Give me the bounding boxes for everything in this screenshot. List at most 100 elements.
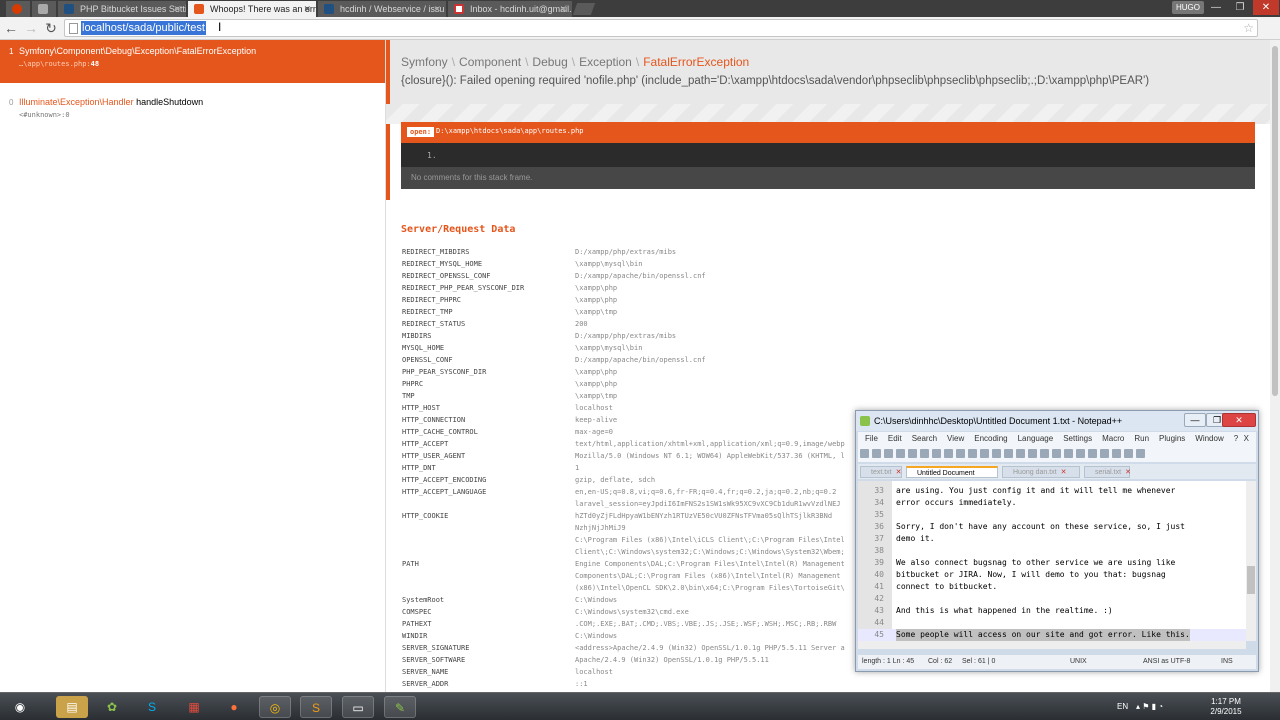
browser-tab-bitbucket-settings[interactable]: PHP Bitbucket Issues Setti ✕	[58, 1, 186, 17]
reload-icon[interactable]: ↻	[42, 19, 60, 37]
scrollbar-thumb[interactable]	[1247, 566, 1255, 594]
play-macro-icon[interactable]	[1136, 449, 1145, 458]
editor-line[interactable]: 44	[858, 617, 1246, 629]
notepad-tab[interactable]: serial.txt ✕	[1084, 466, 1131, 478]
skype-icon[interactable]: S	[136, 696, 168, 718]
notepad-plus-icon[interactable]: ✎	[384, 696, 416, 718]
show-all-icon[interactable]	[1088, 449, 1097, 458]
menu-item[interactable]: Edit	[888, 432, 902, 446]
menu-item[interactable]: ?	[1234, 432, 1238, 446]
sync-v-icon[interactable]	[1052, 449, 1061, 458]
forward-arrow-icon[interactable]: →	[22, 19, 40, 37]
tray-icons[interactable]: ▴ ⚑ ▮ ◔	[1136, 693, 1163, 720]
close-all-icon[interactable]	[920, 449, 929, 458]
notepad-editor[interactable]: 33 are using. You just config it and it w…	[858, 481, 1246, 648]
language-indicator[interactable]: EN	[1117, 693, 1128, 720]
address-url[interactable]: localhost/sada/public/test	[81, 21, 206, 35]
editor-line[interactable]: 43 And this is what happened in the realt…	[858, 605, 1246, 617]
editor-line[interactable]: 34 error occurs immediately.	[858, 497, 1246, 509]
browser-tab-whoops[interactable]: Whoops! There was an err ✕	[188, 1, 316, 17]
save-all-icon[interactable]	[896, 449, 905, 458]
back-arrow-icon[interactable]: ←	[2, 19, 20, 37]
editor-line[interactable]: 38	[858, 545, 1246, 557]
close-icon[interactable]: ✕	[1222, 413, 1256, 427]
editor-line[interactable]: 37 demo it.	[858, 533, 1246, 545]
wrap-icon[interactable]	[1076, 449, 1085, 458]
bookmark-star-icon[interactable]: ☆	[1243, 20, 1254, 36]
menu-item[interactable]: Search	[912, 432, 937, 446]
menu-item[interactable]: Settings	[1063, 432, 1092, 446]
find-icon[interactable]	[1004, 449, 1013, 458]
copy-icon[interactable]	[956, 449, 965, 458]
minimize-icon[interactable]: —	[1204, 0, 1228, 15]
close-icon[interactable]: ✕	[433, 1, 441, 17]
editor-horizontal-scrollbar[interactable]	[858, 641, 1246, 649]
firefox-icon[interactable]: ●	[218, 696, 250, 718]
menu-item[interactable]: Macro	[1102, 432, 1124, 446]
terminal-icon[interactable]: ▭	[342, 696, 374, 718]
browser-tab-bitbucket-issues[interactable]: hcdinh / Webservice / issu ✕	[318, 1, 446, 17]
browser-tab-pinned-blank[interactable]	[32, 1, 56, 17]
system-clock[interactable]: 1:17 PM 2/9/2015	[1198, 697, 1254, 717]
menu-item[interactable]: View	[947, 432, 964, 446]
close-document-icon[interactable]: X	[1244, 432, 1249, 446]
minimize-icon[interactable]: —	[1184, 413, 1206, 427]
new-tab-button[interactable]	[572, 3, 596, 15]
paste-icon[interactable]	[968, 449, 977, 458]
new-file-icon[interactable]	[860, 449, 869, 458]
close-icon[interactable]: ✕	[173, 1, 181, 17]
record-macro-icon[interactable]	[1112, 449, 1121, 458]
notepad-tab-active[interactable]: Untitled Document 1.txt✕	[906, 466, 998, 489]
start-button-icon[interactable]: ◉	[4, 696, 36, 718]
redo-icon[interactable]	[992, 449, 1001, 458]
editor-vertical-scrollbar[interactable]	[1246, 481, 1256, 641]
close-icon[interactable]: ✕	[303, 1, 311, 17]
editor-line[interactable]: 39 We also connect bugsnag to other servi…	[858, 557, 1246, 569]
editor-line[interactable]: 35	[858, 509, 1246, 521]
menu-item[interactable]: Plugins	[1159, 432, 1185, 446]
close-window-icon[interactable]: ✕	[1253, 0, 1279, 15]
page-scrollbar[interactable]	[1270, 40, 1280, 692]
app-icon[interactable]: ✿	[96, 696, 128, 718]
maximize-icon[interactable]: ❐	[1228, 0, 1252, 15]
browser-tab-gmail[interactable]: Inbox - hcdinh.uit@gmail.c ✕	[448, 1, 572, 17]
open-file-button[interactable]: open:	[407, 127, 435, 137]
indent-guide-icon[interactable]	[1100, 449, 1109, 458]
menu-item[interactable]: Window	[1195, 432, 1223, 446]
print-icon[interactable]	[932, 449, 941, 458]
notepad-tab[interactable]: Huong dan.txt ✕	[1002, 466, 1080, 478]
replace-icon[interactable]	[1016, 449, 1025, 458]
stack-frame[interactable]: 1 Symfony\Component\Debug\Exception\Fata…	[0, 40, 385, 83]
editor-line[interactable]: 42	[858, 593, 1246, 605]
save-icon[interactable]	[884, 449, 893, 458]
menu-item[interactable]: Run	[1134, 432, 1149, 446]
undo-icon[interactable]	[980, 449, 989, 458]
cut-icon[interactable]	[944, 449, 953, 458]
zoom-in-icon[interactable]	[1028, 449, 1037, 458]
menu-item[interactable]: File	[865, 432, 878, 446]
editor-line[interactable]: 36 Sorry, I don't have any account on the…	[858, 521, 1246, 533]
editor-line[interactable]: 40 bitbucket or JIRA. Now, I will demo to…	[858, 569, 1246, 581]
sync-h-icon[interactable]	[1064, 449, 1073, 458]
zoom-out-icon[interactable]	[1040, 449, 1049, 458]
stop-macro-icon[interactable]	[1124, 449, 1133, 458]
explorer-icon[interactable]: ▤	[56, 696, 88, 718]
notepad-tab[interactable]: text.txt ✕	[860, 466, 902, 478]
menu-item[interactable]: Encoding	[974, 432, 1007, 446]
profile-badge[interactable]: HUGO	[1172, 1, 1204, 14]
address-bar[interactable]: localhost/sada/public/test ☆	[64, 19, 1258, 37]
open-file-icon[interactable]	[872, 449, 881, 458]
close-icon[interactable]	[908, 449, 917, 458]
notepad-titlebar[interactable]: C:\Users\dinhhc\Desktop\Untitled Documen…	[856, 411, 1258, 431]
chrome-icon[interactable]: ◎	[259, 696, 291, 718]
stack-frame[interactable]: 0 Illuminate\Exception\Handler handleShu…	[0, 91, 385, 125]
scrollbar-thumb[interactable]	[1272, 46, 1278, 396]
editor-line[interactable]: 45 Some people will access on our site an…	[858, 629, 1246, 641]
menu-item[interactable]: Language	[1018, 432, 1054, 446]
sublime-icon[interactable]: S	[300, 696, 332, 718]
tool-icon[interactable]: ▦	[178, 696, 210, 718]
close-icon[interactable]: ✕	[559, 1, 567, 17]
editor-line[interactable]: 33 are using. You just config it and it w…	[858, 485, 1246, 497]
editor-line[interactable]: 41 connect to bitbucket.	[858, 581, 1246, 593]
browser-tab-pinned-opera[interactable]	[6, 1, 30, 17]
